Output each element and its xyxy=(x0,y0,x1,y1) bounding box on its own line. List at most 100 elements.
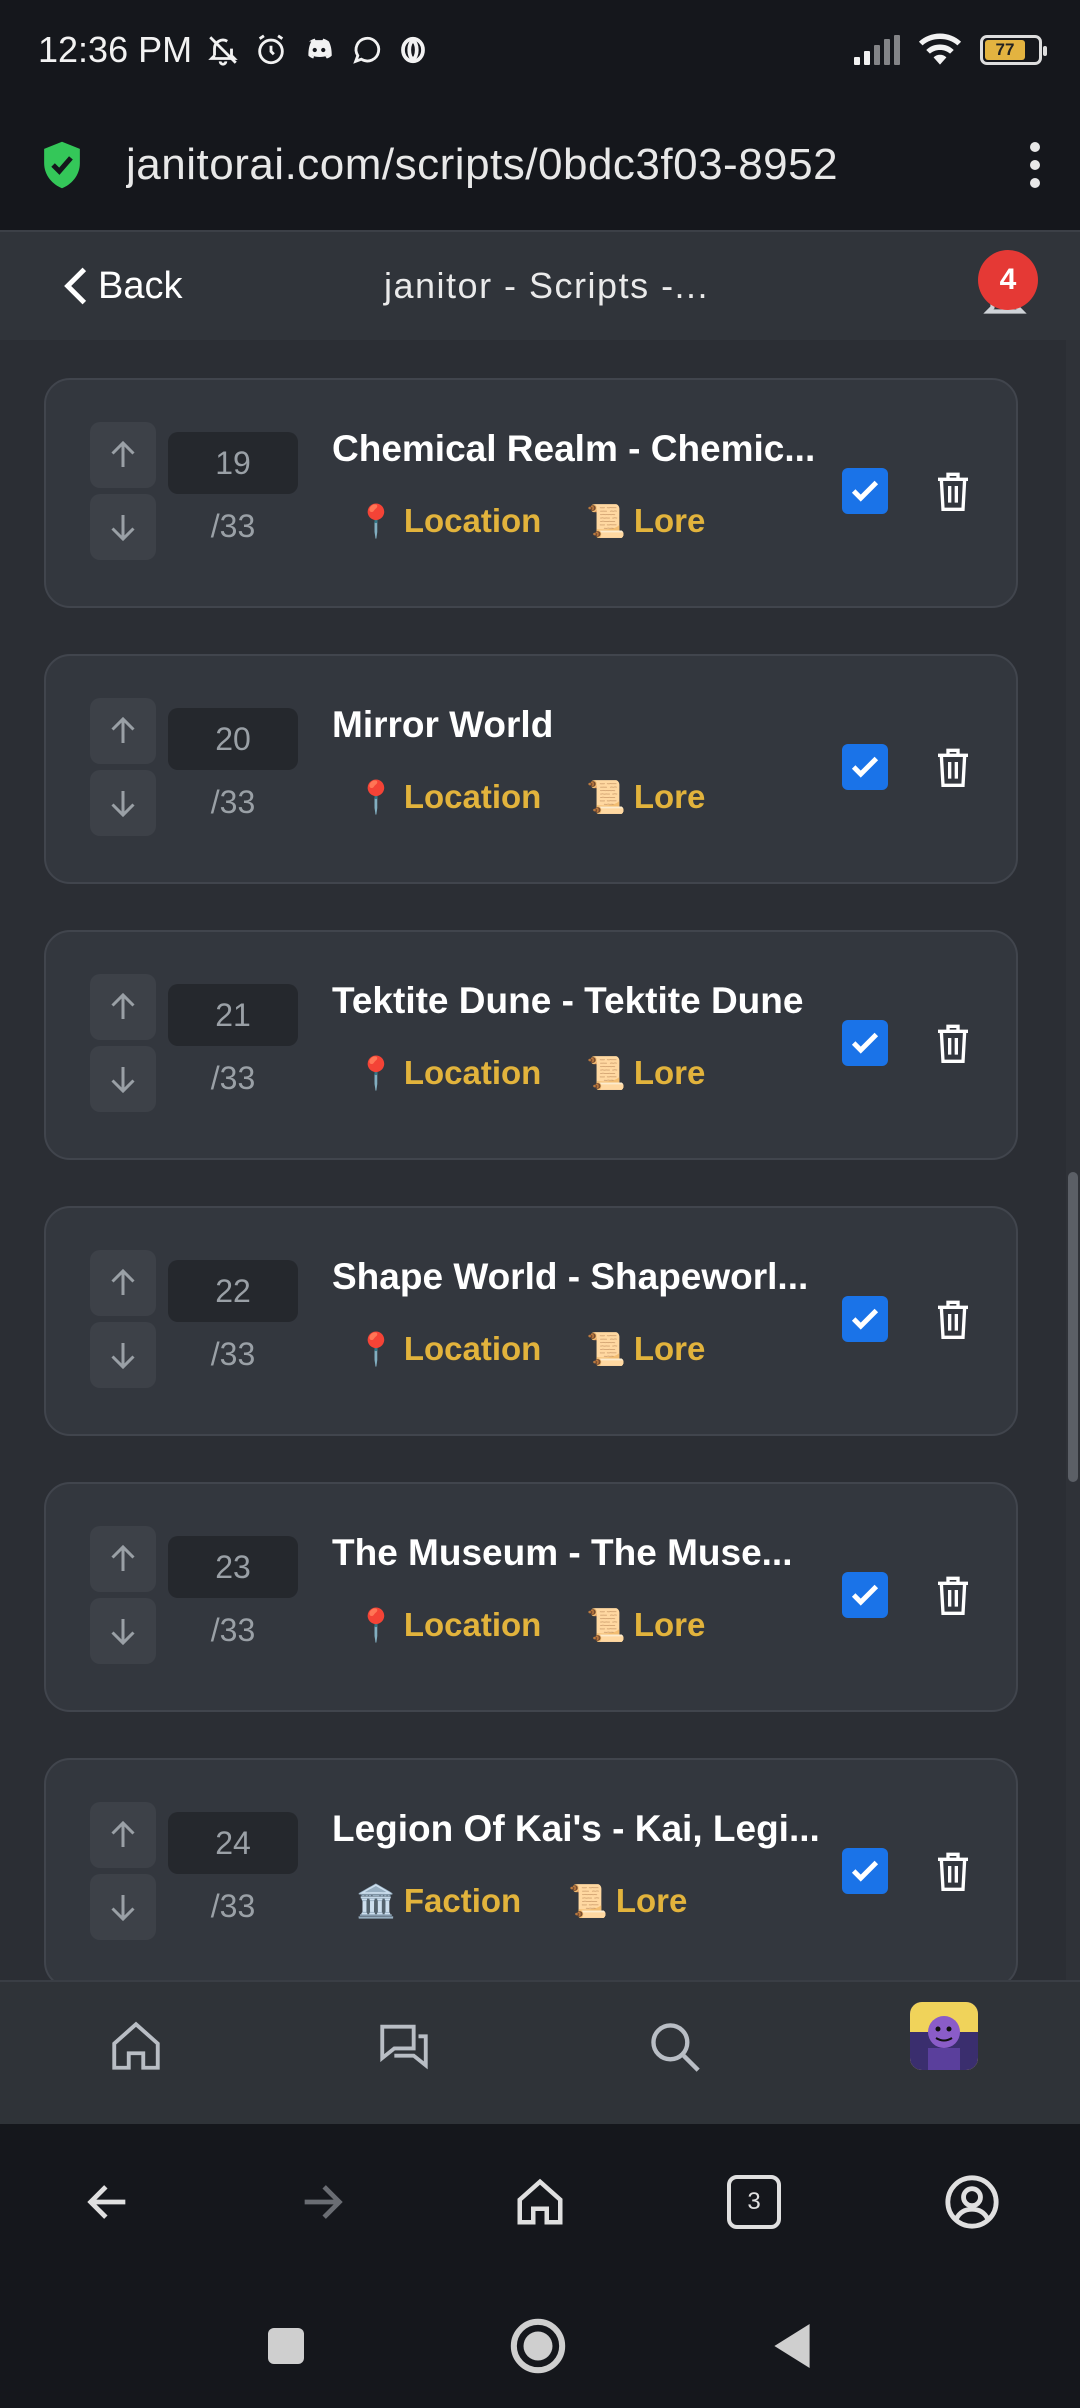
app-header: Back janitor - Scripts -... 4 xyxy=(0,230,1080,340)
move-up-button[interactable] xyxy=(90,974,156,1040)
script-entry-card: 23 /33 The Museum - The Muse... 📍 Locatio… xyxy=(44,1482,1018,1712)
back-button[interactable]: Back xyxy=(62,265,182,308)
scroll-icon: 📜 xyxy=(586,779,626,815)
browser-menu-icon[interactable] xyxy=(1030,142,1040,188)
check-icon xyxy=(851,480,879,502)
tag-location: 📍 Location xyxy=(356,502,541,540)
move-down-button[interactable] xyxy=(90,1874,156,1940)
enabled-checkbox[interactable] xyxy=(842,1296,888,1342)
alarm-icon xyxy=(258,34,284,65)
order-input[interactable]: 19 xyxy=(168,432,298,494)
trash-icon xyxy=(938,1852,968,1891)
delete-button[interactable] xyxy=(928,466,978,516)
muted-bell-icon xyxy=(208,36,238,66)
recents-button[interactable] xyxy=(256,2316,316,2376)
enabled-checkbox[interactable] xyxy=(842,1020,888,1066)
move-up-button[interactable] xyxy=(90,1526,156,1592)
url-bar[interactable]: janitorai.com/scripts/0bdc3f03-8952 xyxy=(0,100,1080,230)
order-input[interactable]: 22 xyxy=(168,1260,298,1322)
order-input[interactable]: 23 xyxy=(168,1536,298,1598)
pin-icon: 📍 xyxy=(356,1055,396,1091)
order-total: /33 xyxy=(210,1888,256,1924)
pin-icon: 📍 xyxy=(356,1607,396,1643)
delete-button[interactable] xyxy=(928,1846,978,1896)
enabled-checkbox[interactable] xyxy=(842,1572,888,1618)
nav-search-button[interactable] xyxy=(634,2006,714,2086)
delete-button[interactable] xyxy=(928,742,978,792)
notifications-button[interactable]: 4 xyxy=(970,250,1040,326)
entry-title[interactable]: Mirror World xyxy=(332,704,832,746)
scroll-icon: 📜 xyxy=(586,503,626,539)
browser-account-button[interactable] xyxy=(940,2170,1004,2234)
move-down-button[interactable] xyxy=(90,1046,156,1112)
profile-avatar[interactable] xyxy=(910,2002,978,2070)
arrow-up-icon xyxy=(111,1268,135,1295)
entry-title[interactable]: Shape World - Shapeworl... xyxy=(332,1256,832,1298)
tag-label: Lore xyxy=(633,778,706,815)
delete-button[interactable] xyxy=(928,1294,978,1344)
delete-button[interactable] xyxy=(928,1570,978,1620)
entry-title[interactable]: Tektite Dune - Tektite Dune xyxy=(332,980,832,1022)
order-input[interactable]: 24 xyxy=(168,1812,298,1874)
tag-location: 📍 Location xyxy=(356,1330,541,1368)
tag-label: Faction xyxy=(403,1882,522,1919)
move-down-button[interactable] xyxy=(90,1598,156,1664)
move-down-button[interactable] xyxy=(90,770,156,836)
trash-icon xyxy=(938,1300,968,1339)
script-entry-card: 22 /33 Shape World - Shapeworl... 📍 Locat… xyxy=(44,1206,1018,1436)
enabled-checkbox[interactable] xyxy=(842,744,888,790)
system-nav-bar xyxy=(0,2278,1080,2408)
script-entry-card: 19 /33 Chemical Realm - Chemic... 📍 Locat… xyxy=(44,378,1018,608)
move-up-button[interactable] xyxy=(90,422,156,488)
battery-level: 77 xyxy=(985,40,1026,60)
move-up-button[interactable] xyxy=(90,1802,156,1868)
system-home-button[interactable] xyxy=(508,2316,568,2376)
system-back-button[interactable] xyxy=(762,2316,822,2376)
entry-title[interactable]: Legion Of Kai's - Kai, Legi... xyxy=(332,1808,832,1850)
scrollbar[interactable] xyxy=(1066,340,1080,1980)
arrow-down-icon xyxy=(111,1067,135,1094)
browser-back-button[interactable] xyxy=(76,2170,140,2234)
bank-icon: 🏛️ xyxy=(356,1883,396,1919)
circle-icon xyxy=(510,2318,566,2374)
square-icon xyxy=(268,2328,304,2364)
discord-icon xyxy=(308,38,332,59)
trash-icon xyxy=(938,472,968,511)
delete-button[interactable] xyxy=(928,1018,978,1068)
entry-title[interactable]: The Museum - The Muse... xyxy=(332,1532,832,1574)
nav-chats-button[interactable] xyxy=(364,2006,444,2086)
scroll-icon: 📜 xyxy=(586,1055,626,1091)
battery-indicator: 77 xyxy=(980,35,1047,65)
move-down-button[interactable] xyxy=(90,494,156,560)
scroll-thumb[interactable] xyxy=(1068,1172,1078,1482)
search-icon xyxy=(651,2023,700,2072)
tag-label: Lore xyxy=(633,1330,706,1367)
move-up-button[interactable] xyxy=(90,1250,156,1316)
nav-home-button[interactable] xyxy=(96,2006,176,2086)
arrow-up-icon xyxy=(111,1820,135,1847)
enabled-checkbox[interactable] xyxy=(842,1848,888,1894)
shield-check-icon[interactable] xyxy=(40,140,84,190)
entry-title[interactable]: Chemical Realm - Chemic... xyxy=(332,428,832,470)
order-total: /33 xyxy=(210,1336,256,1372)
order-input[interactable]: 21 xyxy=(168,984,298,1046)
avatar-image-icon xyxy=(910,2002,978,2070)
move-down-button[interactable] xyxy=(90,1322,156,1388)
tag-lore: 📜 Lore xyxy=(586,502,705,540)
tag-lore: 📜 Lore xyxy=(586,1606,705,1644)
tag-label: Lore xyxy=(633,1054,706,1091)
tabs-button[interactable]: 3 xyxy=(722,2170,786,2234)
browser-home-button[interactable] xyxy=(508,2170,572,2234)
tag-label: Location xyxy=(403,502,542,539)
tag-label: Location xyxy=(403,1606,542,1643)
browser-forward-button[interactable] xyxy=(290,2170,354,2234)
enabled-checkbox[interactable] xyxy=(842,468,888,514)
move-up-button[interactable] xyxy=(90,698,156,764)
tab-count: 3 xyxy=(727,2175,781,2229)
pin-icon: 📍 xyxy=(356,1331,396,1367)
order-input[interactable]: 20 xyxy=(168,708,298,770)
script-entry-list: 19 /33 Chemical Realm - Chemic... 📍 Locat… xyxy=(0,340,1080,1980)
whatsapp-icon xyxy=(353,36,381,64)
arrow-down-icon xyxy=(111,1895,135,1922)
url-text[interactable]: janitorai.com/scripts/0bdc3f03-8952 xyxy=(126,140,956,190)
